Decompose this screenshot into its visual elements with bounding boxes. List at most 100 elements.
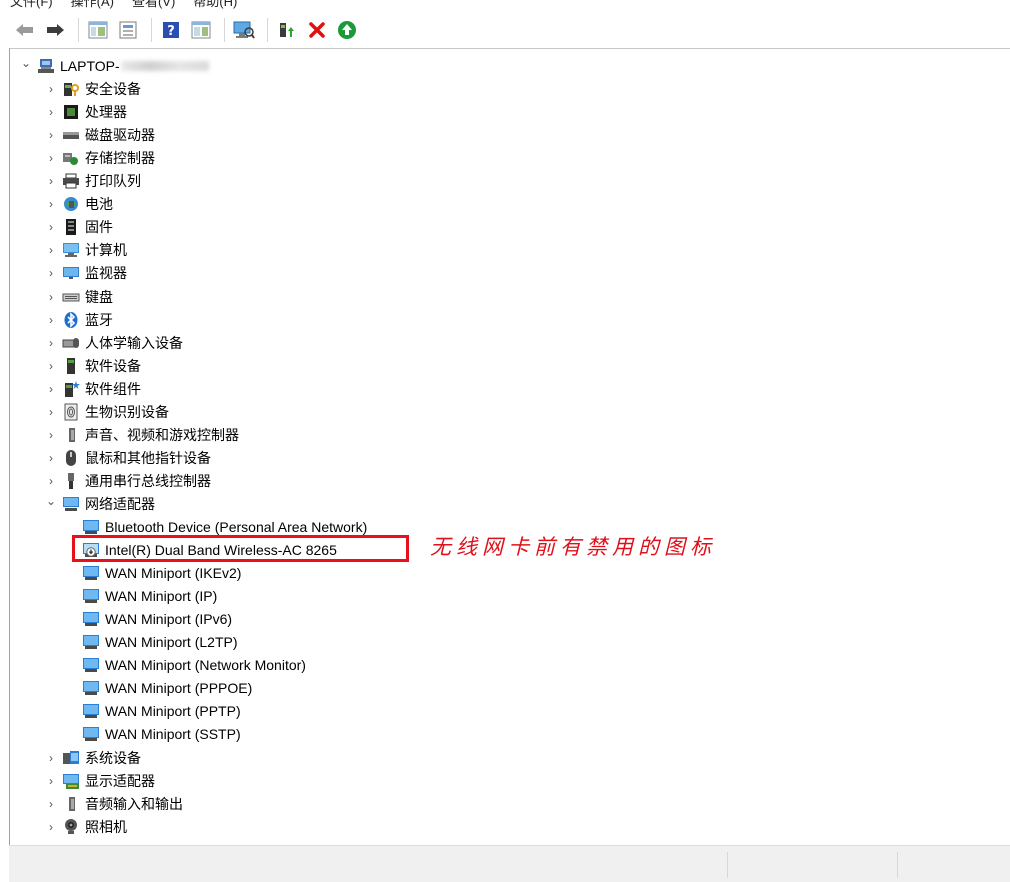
tree-category[interactable]: › 固件	[44, 216, 113, 238]
tree-device[interactable]: WAN Miniport (PPPOE)	[82, 677, 252, 699]
chevron-right-icon[interactable]: ›	[44, 751, 58, 765]
tree-device[interactable]: WAN Miniport (SSTP)	[82, 723, 241, 745]
chevron-right-icon[interactable]: ›	[44, 220, 58, 234]
properties-button[interactable]	[115, 17, 141, 43]
toolbar-separator	[151, 18, 152, 42]
tree-item-label: 打印队列	[85, 173, 141, 190]
chevron-right-icon[interactable]: ›	[44, 451, 58, 465]
uninstall-device-icon	[309, 22, 325, 38]
tree-item-label: 软件设备	[85, 357, 141, 374]
chevron-right-icon[interactable]: ›	[44, 243, 58, 257]
software-component-icon	[62, 380, 80, 398]
chevron-right-icon[interactable]: ›	[44, 105, 58, 119]
tree-category[interactable]: › 安全设备	[44, 78, 141, 100]
chevron-down-icon[interactable]: ⌄	[44, 494, 58, 508]
chevron-right-icon[interactable]: ›	[44, 405, 58, 419]
chevron-right-icon[interactable]: ›	[44, 128, 58, 142]
menu-help[interactable]: 帮助(H)	[193, 0, 237, 10]
menu-action[interactable]: 操作(A)	[71, 0, 114, 10]
tree-item-label: WAN Miniport (IPv6)	[105, 611, 233, 628]
biometric-icon	[62, 403, 80, 421]
status-bar	[9, 845, 1010, 882]
chevron-right-icon[interactable]: ›	[44, 266, 58, 280]
tree-category[interactable]: ⌄ 网络适配器	[44, 493, 155, 515]
svg-text:?: ?	[167, 24, 175, 39]
tree-item-label: WAN Miniport (IKEv2)	[105, 565, 242, 582]
tree-category[interactable]: › 软件设备	[44, 355, 141, 377]
forward-button[interactable]	[42, 17, 68, 43]
chevron-right-icon[interactable]: ›	[44, 82, 58, 96]
update-driver-button[interactable]	[274, 17, 300, 43]
tree-item-label: 键盘	[85, 288, 113, 305]
tree-category[interactable]: › 计算机	[44, 239, 127, 261]
tree-category[interactable]: › 蓝牙	[44, 309, 113, 331]
tree-category[interactable]: › 磁盘驱动器	[44, 124, 155, 146]
tree-category[interactable]: › 存储控制器	[44, 147, 155, 169]
tree-category[interactable]: › 照相机	[44, 816, 127, 838]
nic-device-icon	[82, 564, 100, 582]
tree-device[interactable]: WAN Miniport (IKEv2)	[82, 562, 241, 584]
chevron-right-icon[interactable]: ›	[44, 428, 58, 442]
tree-category[interactable]: › 人体学输入设备	[44, 332, 183, 354]
tree-category[interactable]: › 通用串行总线控制器	[44, 470, 211, 492]
tree-item-label: WAN Miniport (PPTP)	[105, 703, 241, 720]
menu-file[interactable]: 文件(F)	[10, 0, 53, 10]
menu-view[interactable]: 查看(V)	[132, 0, 175, 10]
action-pane-button[interactable]	[188, 17, 214, 43]
tree-device[interactable]: WAN Miniport (PPTP)	[82, 700, 241, 722]
tree-category[interactable]: › 生物识别设备	[44, 401, 169, 423]
chevron-right-icon[interactable]: ›	[44, 382, 58, 396]
chevron-right-icon[interactable]: ›	[44, 474, 58, 488]
tree-category[interactable]: › 打印队列	[44, 170, 141, 192]
tree-category[interactable]: › 监视器	[44, 262, 127, 284]
tree-device[interactable]: WAN Miniport (L2TP)	[82, 631, 238, 653]
chevron-right-icon[interactable]: ›	[44, 290, 58, 304]
uninstall-device-button[interactable]	[304, 17, 330, 43]
back-button[interactable]	[12, 17, 38, 43]
tree-category[interactable]: › 声音、视频和游戏控制器	[44, 424, 239, 446]
nic-device-icon	[82, 633, 100, 651]
tree-item-label: 存储控制器	[85, 150, 155, 167]
tree-category[interactable]: › 音频输入和输出	[44, 793, 183, 815]
system-device-icon	[62, 749, 80, 767]
chevron-down-icon[interactable]: ⌄	[19, 56, 33, 70]
nic-device-icon	[82, 702, 100, 720]
scan-hardware-button[interactable]	[231, 17, 257, 43]
computer-root-icon	[37, 57, 55, 75]
chevron-right-icon[interactable]: ›	[44, 774, 58, 788]
tree-category[interactable]: › 处理器	[44, 101, 127, 123]
tree-item-label: 网络适配器	[85, 495, 155, 512]
toolbar-separator	[78, 18, 79, 42]
tree-category[interactable]: › 鼠标和其他指针设备	[44, 447, 211, 469]
menu-bar: 文件(F) 操作(A) 查看(V) 帮助(H)	[0, 0, 1010, 10]
nic-device-icon	[82, 587, 100, 605]
tree-device[interactable]: WAN Miniport (Network Monitor)	[82, 654, 306, 676]
tree-category[interactable]: › 键盘	[44, 286, 113, 308]
chevron-right-icon[interactable]: ›	[44, 151, 58, 165]
tree-category[interactable]: › 系统设备	[44, 747, 141, 769]
tree-root[interactable]: ⌄ LAPTOP-	[19, 55, 209, 77]
chevron-right-icon[interactable]: ›	[44, 336, 58, 350]
chevron-right-icon[interactable]: ›	[44, 820, 58, 834]
chevron-right-icon[interactable]: ›	[44, 174, 58, 188]
toolbar-separator	[224, 18, 225, 42]
tree-device[interactable]: WAN Miniport (IPv6)	[82, 608, 232, 630]
chevron-right-icon[interactable]: ›	[44, 313, 58, 327]
enable-device-icon	[338, 21, 356, 39]
tree-device[interactable]: WAN Miniport (IP)	[82, 585, 217, 607]
keyboard-icon	[62, 288, 80, 306]
device-tree[interactable]: ⌄ LAPTOP- › 安全设备 › 处理器 › 磁盘驱动器 › 存储控制器 › 打印队列 › 电池 › 固件…	[9, 48, 1010, 846]
tree-category[interactable]: › 显示适配器	[44, 770, 155, 792]
tree-category[interactable]: › 软件组件	[44, 378, 141, 400]
nic-device-icon	[82, 610, 100, 628]
chevron-right-icon[interactable]: ›	[44, 197, 58, 211]
chevron-right-icon[interactable]: ›	[44, 797, 58, 811]
toolbar-separator	[267, 18, 268, 42]
enable-device-button[interactable]	[334, 17, 360, 43]
tree-item-label: 鼠标和其他指针设备	[85, 449, 211, 466]
tree-category[interactable]: › 电池	[44, 193, 113, 215]
chevron-right-icon[interactable]: ›	[44, 359, 58, 373]
help-button[interactable]: ?	[158, 17, 184, 43]
show-hide-console-tree-button[interactable]	[85, 17, 111, 43]
hid-icon	[62, 334, 80, 352]
